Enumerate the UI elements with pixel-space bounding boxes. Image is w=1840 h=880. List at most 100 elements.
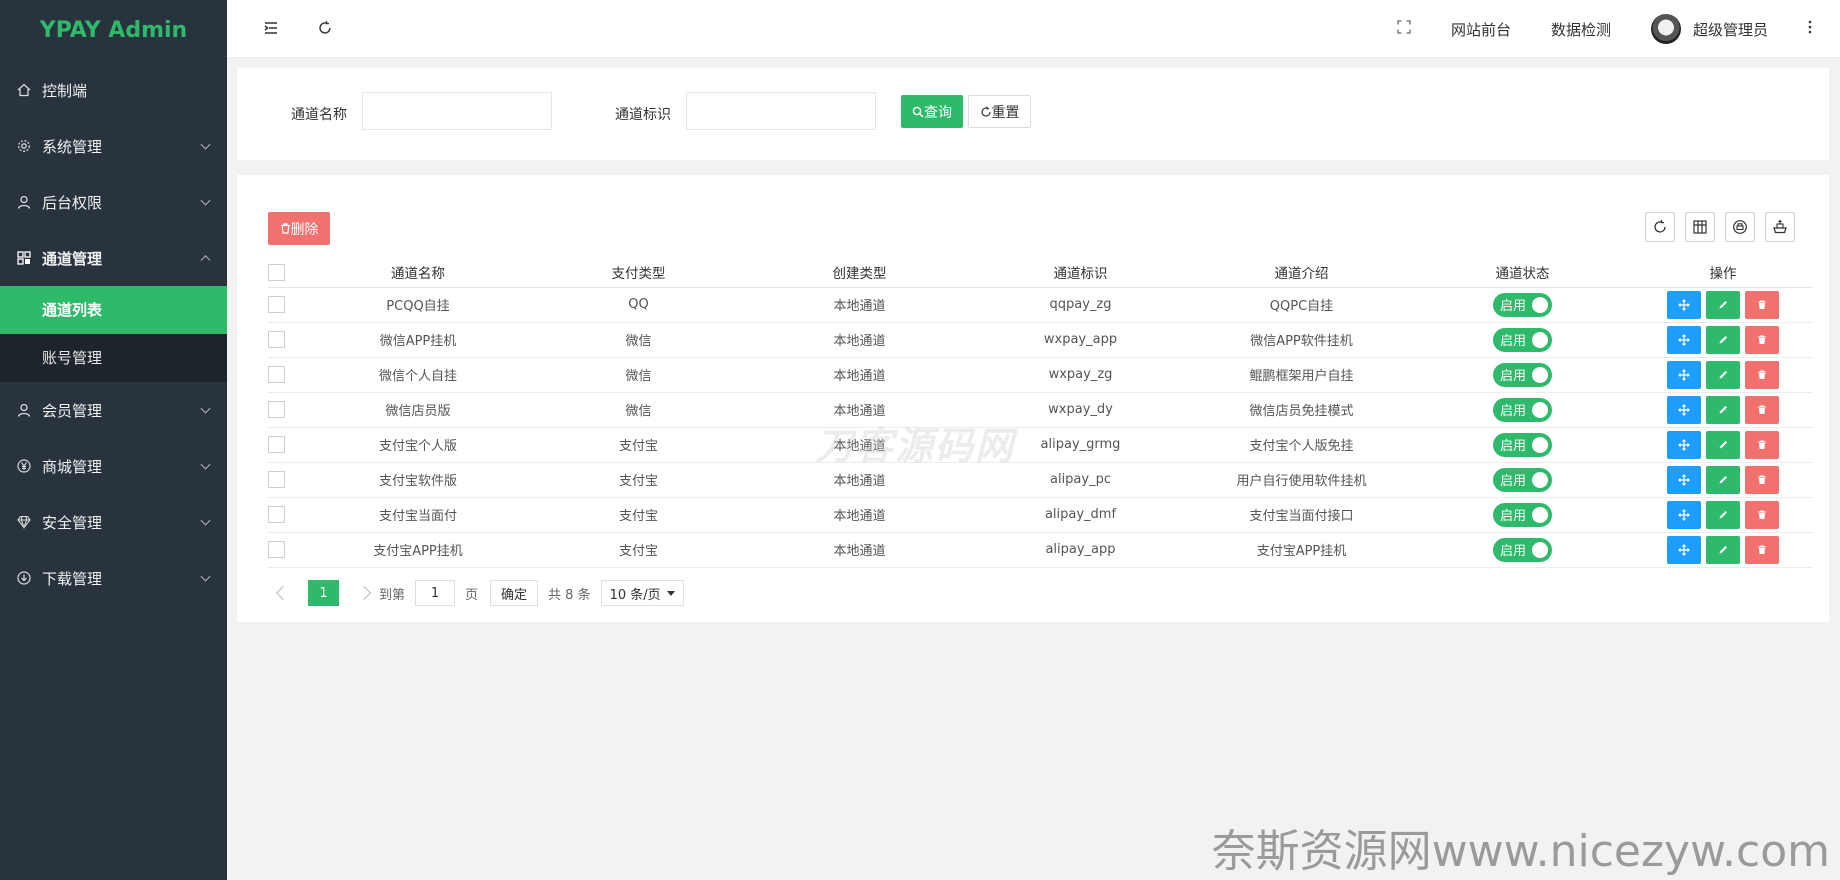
sidebar-item-members[interactable]: 会员管理: [0, 382, 227, 438]
col-status[interactable]: 通道状态: [1412, 258, 1633, 288]
sidebar-item-account-manage[interactable]: 账号管理: [0, 334, 227, 382]
page-size-select[interactable]: 10 条/页: [600, 580, 684, 606]
toggle-knob: [1532, 401, 1548, 418]
cell-actions: [1633, 532, 1813, 568]
user-name: 超级管理员: [1692, 20, 1768, 39]
status-toggle[interactable]: 启用: [1493, 292, 1552, 317]
delete-row-button[interactable]: [1745, 325, 1779, 354]
cell-intro: 微信APP软件挂机: [1191, 322, 1412, 358]
channel-name-input[interactable]: [362, 92, 552, 130]
query-button[interactable]: 查询: [901, 95, 963, 128]
delete-row-button[interactable]: [1745, 360, 1779, 389]
sidebar-item-mall[interactable]: 商城管理: [0, 438, 227, 494]
row-checkbox[interactable]: [268, 471, 285, 488]
status-toggle[interactable]: 启用: [1493, 327, 1552, 352]
move-button[interactable]: [1667, 360, 1701, 389]
toggle-knob: [1532, 331, 1548, 348]
move-button[interactable]: [1667, 500, 1701, 529]
edit-button[interactable]: [1706, 465, 1740, 494]
refresh-table-button[interactable]: [1645, 212, 1675, 242]
col-ident[interactable]: 通道标识: [970, 258, 1191, 288]
status-toggle[interactable]: 启用: [1493, 362, 1552, 387]
move-button[interactable]: [1667, 535, 1701, 564]
status-toggle[interactable]: 启用: [1493, 432, 1552, 457]
apps-icon: [16, 250, 32, 266]
row-checkbox[interactable]: [268, 331, 285, 348]
cell-actions: [1633, 497, 1813, 533]
row-checkbox[interactable]: [268, 436, 285, 453]
delete-button[interactable]: 删除: [268, 212, 330, 245]
sidebar-item-security[interactable]: 安全管理: [0, 494, 227, 550]
row-checkbox[interactable]: [268, 366, 285, 383]
select-all-checkbox[interactable]: [268, 263, 285, 281]
status-toggle[interactable]: 启用: [1493, 502, 1552, 527]
columns-filter-button[interactable]: [1685, 212, 1715, 242]
pencil-icon: [1719, 511, 1727, 519]
move-button[interactable]: [1667, 430, 1701, 459]
pencil-icon: [1719, 336, 1727, 344]
edit-button[interactable]: [1706, 500, 1740, 529]
more-vertical-icon[interactable]: [1808, 20, 1812, 38]
sidebar-item-permissions[interactable]: 后台权限: [0, 174, 227, 230]
move-button[interactable]: [1667, 465, 1701, 494]
cell-ident: wxpay_app: [970, 322, 1191, 358]
app-logo[interactable]: YPAY Admin: [0, 0, 227, 62]
move-button[interactable]: [1667, 395, 1701, 424]
chevron-down-icon: [200, 195, 211, 206]
col-actions: 操作: [1633, 258, 1813, 288]
edit-button[interactable]: [1706, 395, 1740, 424]
sidebar-item-channel-list[interactable]: 通道列表: [0, 286, 227, 334]
edit-button[interactable]: [1706, 325, 1740, 354]
page-jump-confirm-button[interactable]: 确定: [490, 580, 539, 606]
move-button[interactable]: [1667, 325, 1701, 354]
export-button[interactable]: [1765, 212, 1795, 242]
row-checkbox[interactable]: [268, 541, 285, 558]
edit-button[interactable]: [1706, 360, 1740, 389]
next-page-icon[interactable]: [356, 585, 372, 601]
sidebar-item-downloads[interactable]: 下载管理: [0, 550, 227, 606]
download-icon: [16, 570, 32, 586]
print-button[interactable]: [1725, 212, 1755, 242]
table-row: PCQQ自挂 QQ 本地通道 qqpay_zg QQPC自挂 启用: [268, 287, 1813, 323]
delete-row-button[interactable]: [1745, 395, 1779, 424]
refresh-icon[interactable]: [317, 20, 333, 40]
select-all-cell: [268, 258, 308, 288]
sidebar-item-dashboard[interactable]: 控制端: [0, 62, 227, 118]
status-toggle[interactable]: 启用: [1493, 467, 1552, 492]
data-check-link[interactable]: 数据检测: [1551, 19, 1611, 40]
col-pay-type[interactable]: 支付类型: [528, 258, 749, 288]
edit-button[interactable]: [1706, 430, 1740, 459]
menu-fold-icon[interactable]: [263, 20, 279, 40]
chevron-down-icon: [200, 403, 211, 414]
reset-button[interactable]: 重置: [968, 95, 1031, 128]
edit-button[interactable]: [1706, 290, 1740, 319]
move-button[interactable]: [1667, 290, 1701, 319]
user-menu[interactable]: 超级管理员: [1650, 14, 1768, 44]
row-checkbox[interactable]: [268, 506, 285, 523]
row-select-cell: [268, 532, 308, 568]
sidebar-item-channels[interactable]: 通道管理: [0, 230, 227, 286]
col-name[interactable]: 通道名称: [308, 258, 528, 288]
delete-row-button[interactable]: [1745, 500, 1779, 529]
sidebar-item-system[interactable]: 系统管理: [0, 118, 227, 174]
status-toggle[interactable]: 启用: [1493, 397, 1552, 422]
delete-row-button[interactable]: [1745, 535, 1779, 564]
page-number-current[interactable]: 1: [308, 580, 339, 606]
site-front-link[interactable]: 网站前台: [1451, 19, 1511, 40]
delete-row-button[interactable]: [1745, 290, 1779, 319]
fullscreen-icon[interactable]: [1397, 20, 1411, 38]
cell-ident: alipay_app: [970, 532, 1191, 568]
row-checkbox[interactable]: [268, 296, 285, 313]
col-create-type[interactable]: 创建类型: [749, 258, 970, 288]
cell-pay-type: 微信: [528, 392, 749, 428]
col-intro[interactable]: 通道介绍: [1191, 258, 1412, 288]
move-icon: [1678, 473, 1690, 486]
delete-row-button[interactable]: [1745, 465, 1779, 494]
edit-button[interactable]: [1706, 535, 1740, 564]
prev-page-icon[interactable]: [275, 585, 291, 601]
row-checkbox[interactable]: [268, 401, 285, 418]
channel-id-input[interactable]: [686, 92, 876, 130]
page-jump-input[interactable]: 1: [415, 580, 456, 606]
delete-row-button[interactable]: [1745, 430, 1779, 459]
status-toggle[interactable]: 启用: [1493, 537, 1552, 562]
